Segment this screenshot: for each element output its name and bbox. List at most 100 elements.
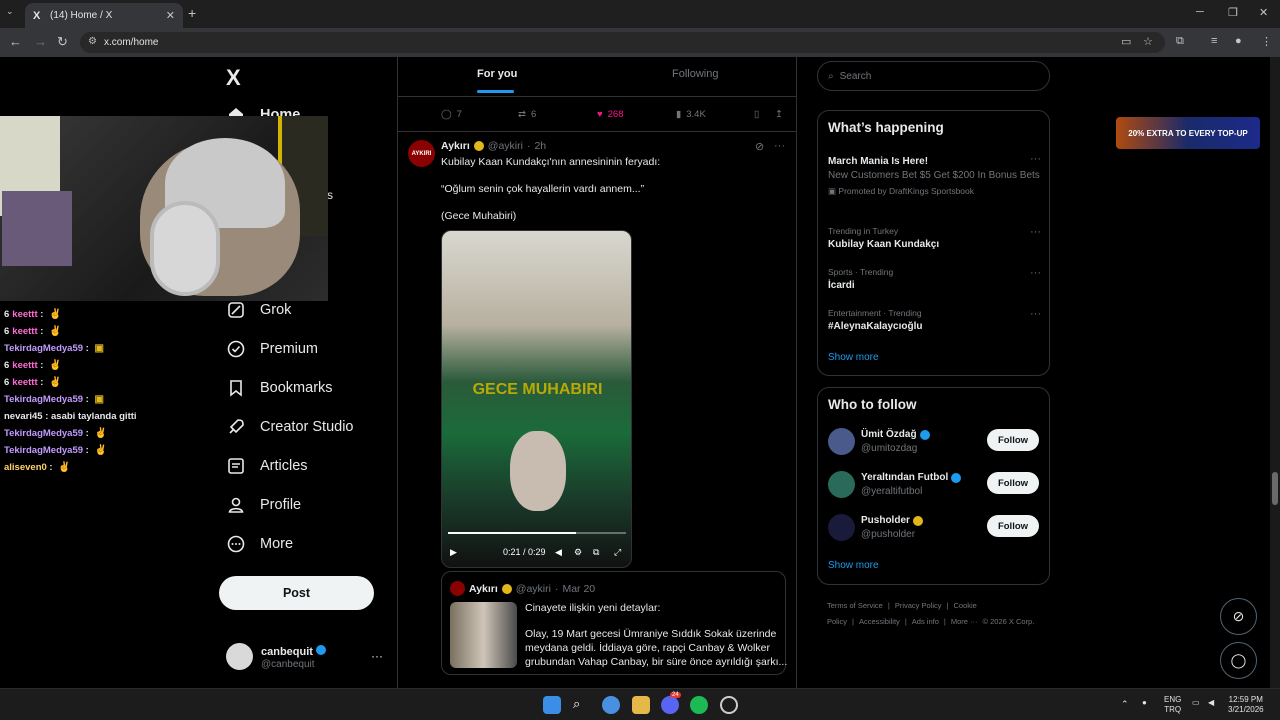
chat-username: TekirdagMedya59 — [4, 428, 84, 439]
volume-icon[interactable]: ◀ — [1208, 698, 1214, 708]
trend-context: Trending in Turkey — [828, 226, 899, 236]
footer-link[interactable]: More ··· — [951, 617, 978, 626]
trend-item[interactable]: Sports · Trending İcardi ··· — [828, 267, 1043, 291]
reload-icon[interactable]: ↻ — [57, 34, 68, 50]
restore-icon[interactable]: ❐ — [1228, 6, 1238, 19]
x-logo-icon[interactable]: X — [226, 65, 241, 91]
tweet-time[interactable]: 2h — [534, 140, 546, 152]
settings-icon[interactable]: ⚙ — [574, 547, 582, 558]
share-button[interactable]: ↥ — [775, 109, 783, 120]
trend-more-icon[interactable]: ··· — [1030, 153, 1041, 165]
trend-item[interactable]: Entertainment · Trending #AleynaKalaycıo… — [828, 308, 1043, 332]
chrome-icon[interactable] — [602, 696, 620, 714]
minimize-icon[interactable]: ─ — [1196, 6, 1204, 18]
grok-explain-icon[interactable]: ⊘ — [755, 140, 764, 153]
post-button[interactable]: Post — [219, 576, 374, 610]
tab-search-icon[interactable]: ⌄ — [6, 6, 14, 17]
tab-following[interactable]: Following — [672, 68, 718, 80]
webcam-headset — [150, 201, 220, 296]
trend-more-icon[interactable]: ··· — [1030, 267, 1041, 279]
account-more-icon[interactable]: ··· — [371, 649, 383, 663]
search-input[interactable]: ⌕ Search — [817, 61, 1050, 91]
profile-icon[interactable]: ● — [1235, 35, 1242, 47]
play-icon[interactable]: ▶ — [450, 547, 457, 558]
quoted-tweet[interactable]: Aykırı @aykiri · Mar 20 Cinayete ilişkin… — [441, 571, 787, 675]
site-info-icon[interactable]: ⚙ — [88, 36, 97, 47]
discord-icon[interactable] — [661, 696, 679, 714]
show-more-link[interactable]: Show more — [828, 352, 879, 363]
nav-profile[interactable]: Profile — [226, 495, 301, 515]
nav-bookmarks[interactable]: Bookmarks — [226, 378, 333, 398]
follow-button[interactable]: Follow — [987, 515, 1039, 537]
close-window-icon[interactable]: ✕ — [1259, 6, 1268, 19]
nav-premium[interactable]: Premium — [226, 339, 318, 359]
start-icon[interactable] — [543, 696, 561, 714]
reading-list-icon[interactable]: ≡ — [1211, 35, 1217, 47]
browser-tab[interactable]: X (14) Home / X ✕ — [25, 3, 183, 28]
fullscreen-icon[interactable]: ⤢ — [614, 547, 621, 558]
tray-expand-icon[interactable]: ⌃ — [1121, 699, 1129, 709]
follow-suggestion[interactable]: Ümit Özdağ @umitozdag Follow — [828, 428, 1043, 458]
spotify-icon[interactable] — [690, 696, 708, 714]
account-switcher[interactable]: canbequit @canbequit ··· — [226, 643, 386, 673]
language-indicator[interactable]: ENG TRQ — [1164, 695, 1181, 715]
search-icon[interactable]: ⌕ — [573, 696, 591, 714]
scrollbar-thumb[interactable] — [1272, 472, 1278, 505]
tweet-avatar[interactable]: AYKIRI — [408, 140, 435, 167]
follow-suggestion[interactable]: Yeraltından Futbol @yeraltifutbol Follow — [828, 471, 1043, 501]
pip-icon[interactable]: ⧉ — [593, 547, 599, 558]
footer-link[interactable]: © 2026 X Corp. — [983, 617, 1035, 626]
app-icon[interactable] — [720, 696, 738, 714]
video-progress-bar[interactable] — [448, 532, 626, 534]
tweet-more-icon[interactable]: ··· — [774, 140, 785, 152]
trend-more-icon[interactable]: ··· — [1030, 308, 1041, 320]
footer-link[interactable]: Accessibility — [859, 617, 900, 626]
repost-button[interactable]: ⇄ 6 — [518, 109, 536, 120]
verified-gold-icon — [473, 141, 484, 151]
messages-fab-icon[interactable]: ◯ — [1220, 642, 1257, 679]
grok-fab-icon[interactable]: ⊘ — [1220, 598, 1257, 635]
quoted-image[interactable] — [450, 602, 517, 668]
scrollbar[interactable] — [1270, 57, 1280, 688]
video-time: 0:21 / 0:29 — [503, 547, 546, 557]
footer-link[interactable]: Privacy Policy — [895, 601, 942, 610]
nav-more[interactable]: More — [226, 534, 293, 554]
close-tab-icon[interactable]: ✕ — [166, 9, 175, 22]
network-icon[interactable]: ▭ — [1192, 698, 1200, 708]
reply-button[interactable]: ◯ 7 — [441, 109, 462, 120]
follow-button[interactable]: Follow — [987, 472, 1039, 494]
mic-icon[interactable]: ● — [1142, 698, 1147, 708]
extensions-icon[interactable]: ⧉ — [1176, 35, 1184, 48]
nav-grok[interactable]: Grok — [226, 300, 291, 320]
follow-button[interactable]: Follow — [987, 429, 1039, 451]
nav-articles[interactable]: Articles — [226, 456, 308, 476]
menu-icon[interactable]: ⋮ — [1261, 35, 1272, 48]
tab-for-you[interactable]: For you — [477, 68, 517, 80]
nav-creator-studio[interactable]: Creator Studio — [226, 417, 354, 437]
like-button[interactable]: ♥ 268 — [597, 109, 624, 120]
nav-articles-label: Articles — [260, 458, 308, 474]
ad-banner[interactable]: 20% EXTRA TO EVERY TOP-UP — [1116, 117, 1260, 149]
new-tab-icon[interactable]: + — [188, 5, 196, 21]
footer-link[interactable]: Terms of Service — [827, 601, 883, 610]
tweet-author-handle[interactable]: @aykiri — [488, 140, 523, 152]
bookmark-star-icon[interactable]: ☆ — [1143, 35, 1153, 48]
trend-item[interactable]: March Mania Is Here! New Customers Bet $… — [828, 153, 1043, 197]
bookmark-button[interactable]: ▯ — [754, 109, 759, 120]
file-explorer-icon[interactable] — [632, 696, 650, 714]
views-button[interactable]: ▮ 3.4K — [676, 109, 706, 120]
trend-item[interactable]: Trending in Turkey Kubilay Kaan Kundakçı… — [828, 226, 1043, 250]
back-icon[interactable]: ← — [9, 34, 22, 49]
address-bar[interactable]: ⚙ x.com/home — [80, 32, 1165, 53]
clock[interactable]: 12:59 PM 3/21/2026 — [1228, 695, 1264, 715]
chat-separator: : — [42, 411, 52, 422]
trend-more-icon[interactable]: ··· — [1030, 226, 1041, 238]
footer-link[interactable]: Ads info — [912, 617, 939, 626]
cast-icon[interactable]: ▭ — [1121, 35, 1131, 48]
show-more-link[interactable]: Show more — [828, 560, 879, 571]
volume-icon[interactable]: ◀ — [555, 547, 562, 558]
follow-suggestion[interactable]: Pusholder @pusholder Follow — [828, 514, 1043, 544]
tweet-video[interactable]: GECE MUHABIRI ▶ 0:21 / 0:29 ◀ ⚙ ⧉ ⤢ — [441, 230, 632, 568]
forward-icon[interactable]: → — [34, 34, 47, 49]
tweet-author-name[interactable]: Aykırı — [441, 140, 470, 152]
